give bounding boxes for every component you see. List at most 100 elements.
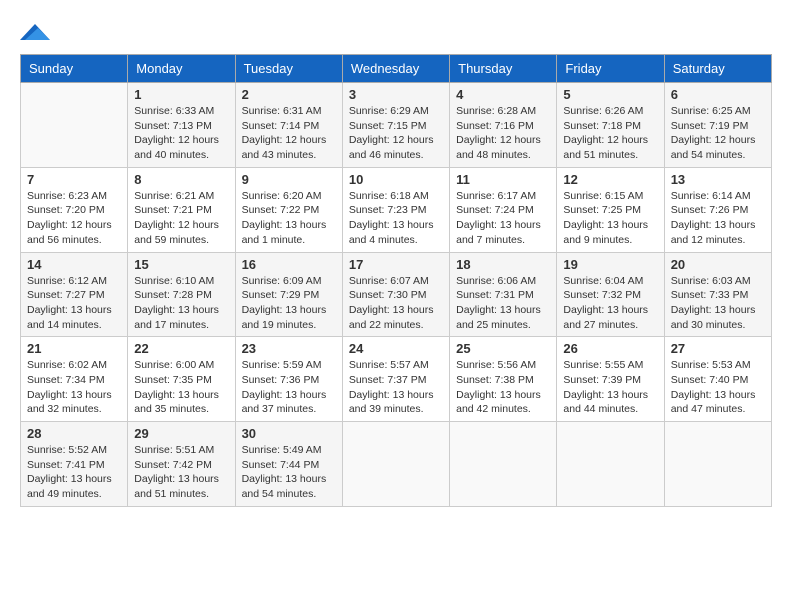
calendar-week-row: 14 Sunrise: 6:12 AM Sunset: 7:27 PM Dayli… [21, 252, 772, 337]
day-number: 12 [563, 172, 657, 187]
day-number: 22 [134, 341, 228, 356]
calendar-week-row: 21Sunrise: 6:02 AM Sunset: 7:34 PM Dayli… [21, 337, 772, 422]
calendar-cell: 6 Sunrise: 6:25 AM Sunset: 7:19 PM Daylig… [664, 83, 771, 168]
day-info: Sunrise: 6:12 AM Sunset: 7:27 PM Dayligh… [27, 274, 121, 333]
day-number: 28 [27, 426, 121, 441]
day-number: 5 [563, 87, 657, 102]
calendar-cell: 8Sunrise: 6:21 AM Sunset: 7:21 PM Daylig… [128, 167, 235, 252]
day-number: 13 [671, 172, 765, 187]
calendar-cell: 11 Sunrise: 6:17 AM Sunset: 7:24 PM Dayli… [450, 167, 557, 252]
calendar-cell: 7 Sunrise: 6:23 AM Sunset: 7:20 PM Daylig… [21, 167, 128, 252]
calendar-cell: 12 Sunrise: 6:15 AM Sunset: 7:25 PM Dayli… [557, 167, 664, 252]
day-info: Sunrise: 6:26 AM Sunset: 7:18 PM Dayligh… [563, 104, 657, 163]
day-info: Sunrise: 5:53 AM Sunset: 7:40 PM Dayligh… [671, 358, 765, 417]
day-info: Sunrise: 6:31 AM Sunset: 7:14 PM Dayligh… [242, 104, 336, 163]
calendar-table: SundayMondayTuesdayWednesdayThursdayFrid… [20, 54, 772, 507]
calendar-cell [664, 422, 771, 507]
calendar-week-row: 7 Sunrise: 6:23 AM Sunset: 7:20 PM Daylig… [21, 167, 772, 252]
day-info: Sunrise: 6:09 AM Sunset: 7:29 PM Dayligh… [242, 274, 336, 333]
calendar-cell [450, 422, 557, 507]
day-info: Sunrise: 6:17 AM Sunset: 7:24 PM Dayligh… [456, 189, 550, 248]
calendar-cell: 18 Sunrise: 6:06 AM Sunset: 7:31 PM Dayli… [450, 252, 557, 337]
calendar-cell [342, 422, 449, 507]
calendar-cell: 1Sunrise: 6:33 AM Sunset: 7:13 PM Daylig… [128, 83, 235, 168]
day-info: Sunrise: 5:57 AM Sunset: 7:37 PM Dayligh… [349, 358, 443, 417]
logo-icon [20, 20, 50, 44]
day-number: 3 [349, 87, 443, 102]
day-info: Sunrise: 6:18 AM Sunset: 7:23 PM Dayligh… [349, 189, 443, 248]
day-info: Sunrise: 6:25 AM Sunset: 7:19 PM Dayligh… [671, 104, 765, 163]
day-number: 24 [349, 341, 443, 356]
day-info: Sunrise: 6:03 AM Sunset: 7:33 PM Dayligh… [671, 274, 765, 333]
day-info: Sunrise: 5:51 AM Sunset: 7:42 PM Dayligh… [134, 443, 228, 502]
day-number: 17 [349, 257, 443, 272]
calendar-cell: 2 Sunrise: 6:31 AM Sunset: 7:14 PM Daylig… [235, 83, 342, 168]
calendar-cell: 30 Sunrise: 5:49 AM Sunset: 7:44 PM Dayli… [235, 422, 342, 507]
day-info: Sunrise: 6:29 AM Sunset: 7:15 PM Dayligh… [349, 104, 443, 163]
day-info: Sunrise: 6:04 AM Sunset: 7:32 PM Dayligh… [563, 274, 657, 333]
day-info: Sunrise: 5:49 AM Sunset: 7:44 PM Dayligh… [242, 443, 336, 502]
day-number: 4 [456, 87, 550, 102]
day-info: Sunrise: 6:06 AM Sunset: 7:31 PM Dayligh… [456, 274, 550, 333]
calendar-cell: 26Sunrise: 5:55 AM Sunset: 7:39 PM Dayli… [557, 337, 664, 422]
day-number: 29 [134, 426, 228, 441]
calendar-cell: 27 Sunrise: 5:53 AM Sunset: 7:40 PM Dayli… [664, 337, 771, 422]
day-info: Sunrise: 6:00 AM Sunset: 7:35 PM Dayligh… [134, 358, 228, 417]
day-number: 23 [242, 341, 336, 356]
calendar-cell: 24 Sunrise: 5:57 AM Sunset: 7:37 PM Dayli… [342, 337, 449, 422]
day-number: 7 [27, 172, 121, 187]
logo [20, 20, 52, 44]
calendar-cell: 22 Sunrise: 6:00 AM Sunset: 7:35 PM Dayli… [128, 337, 235, 422]
day-number: 26 [563, 341, 657, 356]
day-info: Sunrise: 6:20 AM Sunset: 7:22 PM Dayligh… [242, 189, 336, 248]
day-info: Sunrise: 6:23 AM Sunset: 7:20 PM Dayligh… [27, 189, 121, 248]
day-info: Sunrise: 6:15 AM Sunset: 7:25 PM Dayligh… [563, 189, 657, 248]
calendar-cell: 28 Sunrise: 5:52 AM Sunset: 7:41 PM Dayli… [21, 422, 128, 507]
day-number: 2 [242, 87, 336, 102]
day-info: Sunrise: 5:52 AM Sunset: 7:41 PM Dayligh… [27, 443, 121, 502]
day-info: Sunrise: 6:28 AM Sunset: 7:16 PM Dayligh… [456, 104, 550, 163]
calendar-cell: 21Sunrise: 6:02 AM Sunset: 7:34 PM Dayli… [21, 337, 128, 422]
day-number: 19 [563, 257, 657, 272]
calendar-cell: 9 Sunrise: 6:20 AM Sunset: 7:22 PM Daylig… [235, 167, 342, 252]
day-info: Sunrise: 6:10 AM Sunset: 7:28 PM Dayligh… [134, 274, 228, 333]
day-number: 20 [671, 257, 765, 272]
day-info: Sunrise: 5:56 AM Sunset: 7:38 PM Dayligh… [456, 358, 550, 417]
calendar-week-row: 28 Sunrise: 5:52 AM Sunset: 7:41 PM Dayli… [21, 422, 772, 507]
day-info: Sunrise: 5:59 AM Sunset: 7:36 PM Dayligh… [242, 358, 336, 417]
header-row: SundayMondayTuesdayWednesdayThursdayFrid… [21, 55, 772, 83]
day-number: 15 [134, 257, 228, 272]
weekday-header: Thursday [450, 55, 557, 83]
day-number: 14 [27, 257, 121, 272]
day-number: 30 [242, 426, 336, 441]
calendar-header: SundayMondayTuesdayWednesdayThursdayFrid… [21, 55, 772, 83]
day-number: 11 [456, 172, 550, 187]
day-number: 6 [671, 87, 765, 102]
calendar-cell [21, 83, 128, 168]
day-number: 25 [456, 341, 550, 356]
day-number: 18 [456, 257, 550, 272]
calendar-cell: 23 Sunrise: 5:59 AM Sunset: 7:36 PM Dayli… [235, 337, 342, 422]
calendar-cell: 25 Sunrise: 5:56 AM Sunset: 7:38 PM Dayli… [450, 337, 557, 422]
calendar-cell: 14 Sunrise: 6:12 AM Sunset: 7:27 PM Dayli… [21, 252, 128, 337]
calendar-cell: 10 Sunrise: 6:18 AM Sunset: 7:23 PM Dayli… [342, 167, 449, 252]
day-number: 27 [671, 341, 765, 356]
weekday-header: Monday [128, 55, 235, 83]
day-info: Sunrise: 6:21 AM Sunset: 7:21 PM Dayligh… [134, 189, 228, 248]
day-info: Sunrise: 6:14 AM Sunset: 7:26 PM Dayligh… [671, 189, 765, 248]
weekday-header: Saturday [664, 55, 771, 83]
weekday-header: Friday [557, 55, 664, 83]
calendar-cell: 19 Sunrise: 6:04 AM Sunset: 7:32 PM Dayli… [557, 252, 664, 337]
calendar-cell: 4 Sunrise: 6:28 AM Sunset: 7:16 PM Daylig… [450, 83, 557, 168]
calendar-cell: 20 Sunrise: 6:03 AM Sunset: 7:33 PM Dayli… [664, 252, 771, 337]
calendar-week-row: 1Sunrise: 6:33 AM Sunset: 7:13 PM Daylig… [21, 83, 772, 168]
calendar-cell: 5 Sunrise: 6:26 AM Sunset: 7:18 PM Daylig… [557, 83, 664, 168]
calendar-body: 1Sunrise: 6:33 AM Sunset: 7:13 PM Daylig… [21, 83, 772, 507]
weekday-header: Tuesday [235, 55, 342, 83]
day-info: Sunrise: 6:02 AM Sunset: 7:34 PM Dayligh… [27, 358, 121, 417]
day-number: 10 [349, 172, 443, 187]
day-number: 9 [242, 172, 336, 187]
weekday-header: Sunday [21, 55, 128, 83]
calendar-cell: 29 Sunrise: 5:51 AM Sunset: 7:42 PM Dayli… [128, 422, 235, 507]
day-info: Sunrise: 6:07 AM Sunset: 7:30 PM Dayligh… [349, 274, 443, 333]
